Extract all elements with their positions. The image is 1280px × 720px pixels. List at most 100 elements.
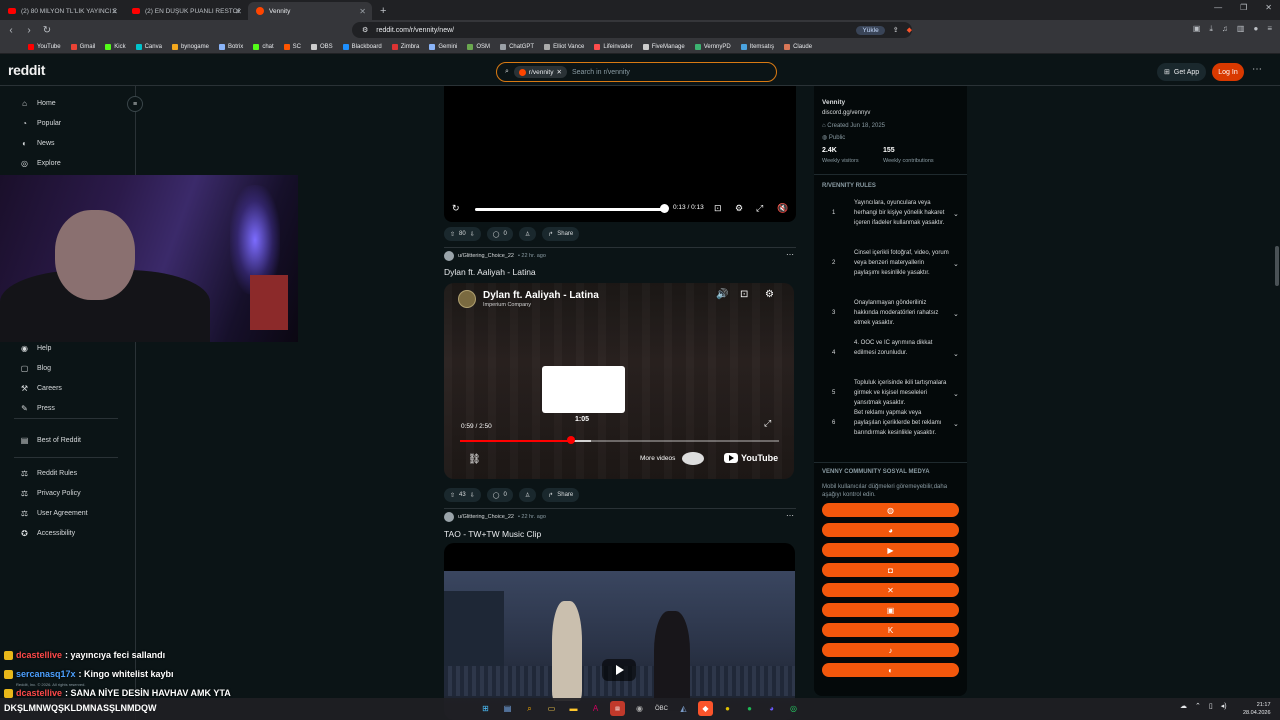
app-icon[interactable]: ▤ xyxy=(610,701,625,716)
youtube-embed[interactable]: Dylan ft. Aaliyah - Latina Imperium Comp… xyxy=(444,283,794,479)
bookmark-item[interactable]: Botrix xyxy=(218,43,243,50)
more-options-icon[interactable]: ⋯ xyxy=(1252,64,1262,75)
share-icon[interactable]: ⇪ xyxy=(893,26,899,34)
close-icon[interactable]: ✕ xyxy=(235,7,242,16)
upvote-icon[interactable]: ⇧ xyxy=(450,492,455,499)
translate-button[interactable]: Yükle xyxy=(856,25,885,35)
address-bar[interactable]: ⚙ reddit.com/r/vennity/new/ Yükle ⇪ ◆ xyxy=(352,22,912,38)
link-icon[interactable]: ⛓ xyxy=(468,454,481,465)
chevron-down-icon[interactable]: ⌄ xyxy=(953,390,959,398)
bookmark-item[interactable]: ChatGPT xyxy=(500,43,534,50)
play-button[interactable] xyxy=(602,659,636,681)
share-button[interactable]: ↱ Share xyxy=(542,227,580,241)
tab-vennity[interactable]: Vennity ✕ xyxy=(248,2,372,20)
media-icon[interactable]: ♫ xyxy=(1222,24,1228,34)
embed-channel[interactable]: Imperium Company xyxy=(483,302,531,308)
forward-icon[interactable]: › xyxy=(22,25,36,36)
sidebar-item-home[interactable]: ⌂ Home xyxy=(20,99,56,108)
bookmark-item[interactable]: YouTube xyxy=(28,43,61,50)
social-button-steam[interactable]: ◐ xyxy=(822,663,959,677)
back-icon[interactable]: ‹ xyxy=(4,25,18,36)
chip-close-icon[interactable]: ✕ xyxy=(557,68,562,76)
obs-icon[interactable]: ◉ xyxy=(632,701,647,716)
collapse-sidebar-button[interactable]: ≡ xyxy=(127,96,143,112)
settings-icon[interactable]: ⚙ xyxy=(735,203,743,214)
discord-icon[interactable]: ◕ xyxy=(764,701,779,716)
sidebar-item-accessibility[interactable]: ✪ Accessibility xyxy=(20,529,75,538)
comments-button[interactable]: ◯ 0 xyxy=(486,488,513,502)
sidebar-item-popular[interactable]: ◔ Popular xyxy=(20,119,61,128)
sidebar-item-help[interactable]: ◉ Help xyxy=(20,344,51,353)
sidebar-item-user-agreement[interactable]: ⚖ User Agreement xyxy=(20,509,88,518)
vote-button[interactable]: ⇧ 80 ⇩ xyxy=(444,227,481,241)
app-icon[interactable]: ÖBC xyxy=(654,701,669,716)
close-window-icon[interactable]: ✕ xyxy=(1265,3,1272,12)
chevron-down-icon[interactable]: ⌄ xyxy=(953,420,959,428)
more-videos-button[interactable]: More videos xyxy=(640,455,675,462)
download-icon[interactable]: ⤓ xyxy=(1209,24,1213,34)
video-player[interactable]: ↻ 0:13 / 0:13 ⊡ ⚙ ⤢ 🔇 xyxy=(444,86,796,222)
folder-icon[interactable]: ▬ xyxy=(566,701,581,716)
get-app-button[interactable]: ⊞ Get App xyxy=(1157,63,1207,81)
chevron-down-icon[interactable]: ⌄ xyxy=(953,260,959,268)
bookmark-item[interactable]: OSM xyxy=(467,43,490,50)
sidebar-item-explore[interactable]: ◎ Explore xyxy=(20,159,61,168)
sidebar-item-press[interactable]: ✎ Press xyxy=(20,404,55,413)
subreddit-chip[interactable]: r/vennity ✕ xyxy=(513,66,567,78)
bookmark-item[interactable]: Canva xyxy=(135,43,162,50)
sidebar-item-reddit-rules[interactable]: ⚖ Reddit Rules xyxy=(20,469,77,478)
sidebar-icon[interactable]: ▥ xyxy=(1237,24,1245,34)
close-icon[interactable]: ✕ xyxy=(359,7,366,16)
tab-youtube-1[interactable]: (2) 80 MİLYON TL'LİK YAYINCI EVİM✕ xyxy=(0,2,124,20)
social-button-x[interactable]: ✕ xyxy=(822,583,959,597)
page-scrollbar[interactable] xyxy=(1273,86,1280,700)
menu-icon[interactable]: ≡ xyxy=(1267,24,1272,34)
bookmark-item[interactable]: Zimbra xyxy=(391,43,419,50)
video-embed[interactable] xyxy=(444,543,795,720)
network-icon[interactable]: ▯ xyxy=(1209,702,1213,710)
social-button-tiktok[interactable]: ♪ xyxy=(822,643,959,657)
avatar[interactable] xyxy=(444,512,454,522)
sidebar-item-privacy-policy[interactable]: ⚖ Privacy Policy xyxy=(20,489,81,498)
reload-icon[interactable]: ↻ xyxy=(40,25,54,36)
brave-icon[interactable]: ◆ xyxy=(907,26,912,34)
profile-icon[interactable]: ● xyxy=(1253,24,1258,34)
whatsapp-icon[interactable]: ◎ xyxy=(786,701,801,716)
tray-expand-icon[interactable]: ⌃ xyxy=(1195,702,1201,710)
captions-icon[interactable]: ⊡ xyxy=(740,289,748,300)
post-author[interactable]: u/Glittering_Choice_22 xyxy=(458,514,514,520)
brave-icon[interactable]: ◆ xyxy=(698,701,713,716)
replay-icon[interactable]: ↻ xyxy=(452,203,460,214)
upvote-icon[interactable]: ⇧ xyxy=(450,231,455,238)
avatar[interactable] xyxy=(444,251,454,261)
widgets-icon[interactable]: ▤ xyxy=(500,701,515,716)
cloud-icon[interactable]: ☁ xyxy=(1180,702,1187,710)
post-author[interactable]: u/Glittering_Choice_22 xyxy=(458,253,514,259)
post-title[interactable]: TAO - TW+TW Music Clip xyxy=(444,529,541,539)
social-button-discord[interactable]: ◕ xyxy=(822,523,959,537)
settings-icon[interactable]: ⚙ xyxy=(765,289,774,300)
volume-icon[interactable]: 🔊 xyxy=(716,289,728,300)
sidebar-item-blog[interactable]: ▢ Blog xyxy=(20,364,51,373)
new-tab-button[interactable]: + xyxy=(372,2,394,20)
bookmark-item[interactable]: Elliot Vance xyxy=(544,43,584,50)
app-icon[interactable]: ● xyxy=(720,701,735,716)
chevron-down-icon[interactable]: ⌄ xyxy=(953,310,959,318)
social-button-instagram[interactable]: ◘ xyxy=(822,563,959,577)
screenshot-icon[interactable]: ▣ xyxy=(1193,24,1201,34)
channel-avatar[interactable] xyxy=(458,290,476,308)
steam-icon[interactable]: ◭ xyxy=(676,701,691,716)
chevron-down-icon[interactable]: ⌄ xyxy=(953,210,959,218)
scrollbar-thumb[interactable] xyxy=(1275,246,1279,286)
explorer-icon[interactable]: ▭ xyxy=(544,701,559,716)
award-button[interactable]: ♙ xyxy=(518,488,537,502)
social-button-kick[interactable]: K xyxy=(822,623,959,637)
bookmark-item[interactable]: Blackboard xyxy=(342,43,382,50)
bookmark-item[interactable]: Gemini xyxy=(429,43,457,50)
share-button[interactable]: ↱ Share xyxy=(542,488,580,502)
youtube-logo[interactable]: YouTube xyxy=(724,453,778,463)
bookmark-item[interactable]: Claude xyxy=(784,43,812,50)
spotify-icon[interactable]: ● xyxy=(742,701,757,716)
mute-icon[interactable]: 🔇 xyxy=(777,203,788,214)
tab-youtube-2[interactable]: (2) EN DÜŞÜK PUANLI RESTORANLA✕ xyxy=(124,2,248,20)
